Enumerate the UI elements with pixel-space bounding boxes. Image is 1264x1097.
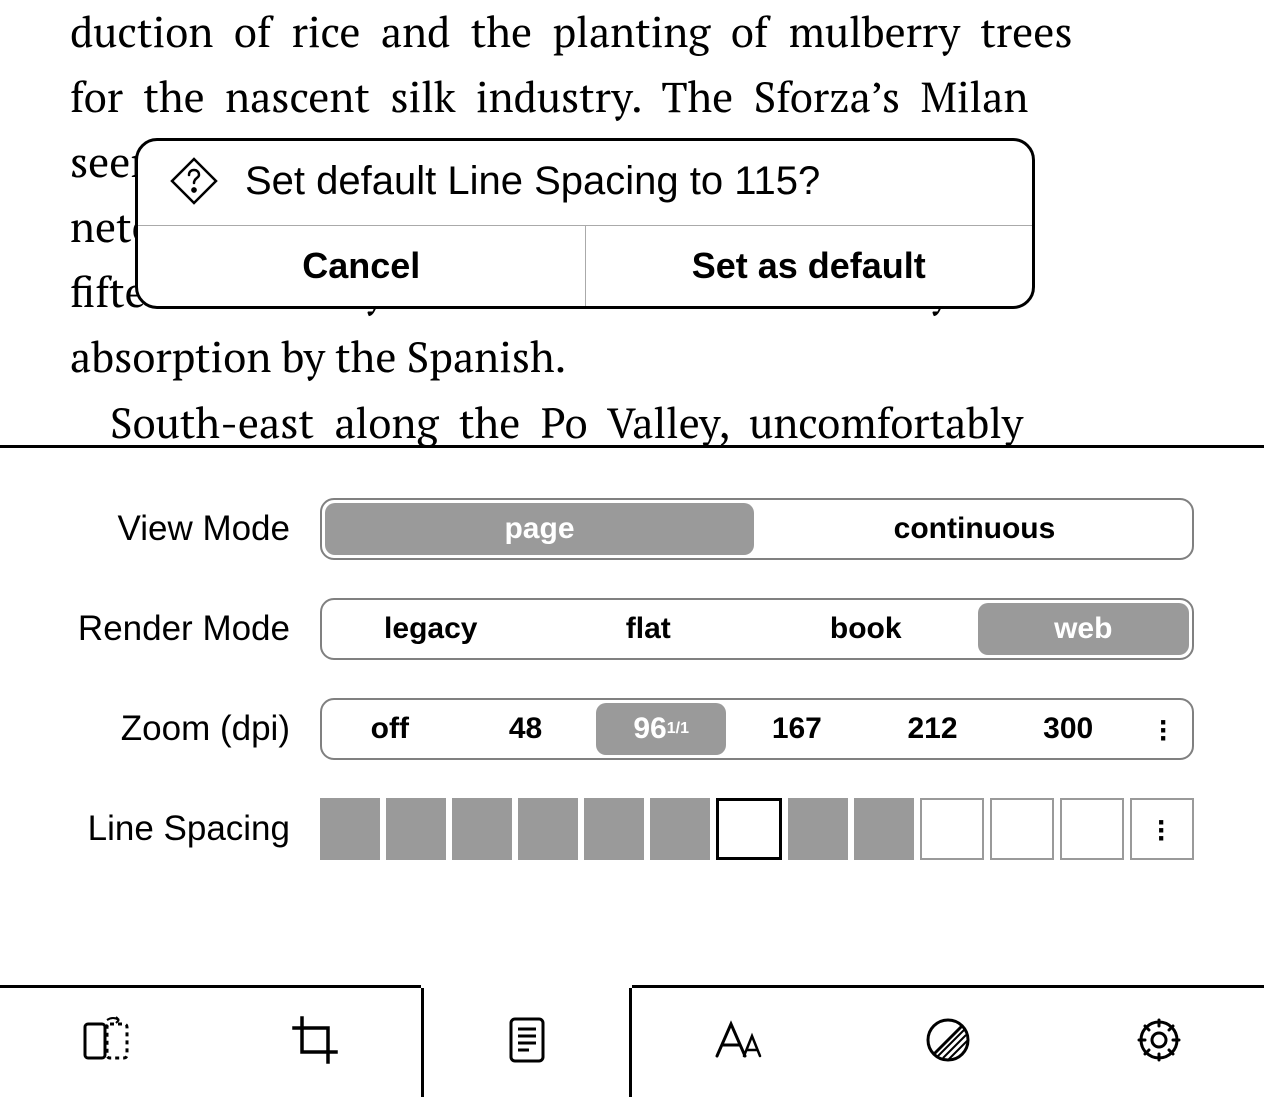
cancel-button[interactable]: Cancel [138,226,586,306]
zoom-96[interactable]: 961/1 [596,703,726,755]
line-spacing-step[interactable] [716,798,782,860]
bottom-tab-bar [0,985,1264,1097]
zoom-row: Zoom (dpi) off 48 961/1 167 212 300 ··· [40,698,1194,760]
line-spacing-label: Line Spacing [40,809,320,849]
reader-line: absorption by the Spanish. [70,325,1194,390]
vertical-dots-icon: ··· [1159,717,1169,741]
render-mode-toggle: legacy flat book web [320,598,1194,660]
view-mode-row: View Mode page continuous [40,498,1194,560]
line-spacing-step[interactable] [386,798,446,860]
reader-line: for the nascent silk industry. The Sforz… [70,65,1194,130]
zoom-167[interactable]: 167 [732,703,862,755]
line-spacing-step[interactable] [1060,798,1124,860]
zoom-label: Zoom (dpi) [40,709,320,749]
render-mode-web[interactable]: web [978,603,1190,655]
zoom-300[interactable]: 300 [1003,703,1133,755]
render-mode-row: Render Mode legacy flat book web [40,598,1194,660]
line-spacing-step[interactable] [518,798,578,860]
render-mode-flat[interactable]: flat [543,603,755,655]
rotation-icon [77,1012,133,1073]
line-spacing-step[interactable] [854,798,914,860]
vertical-dots-icon: ··· [1157,817,1167,841]
zoom-212[interactable]: 212 [868,703,998,755]
render-mode-legacy[interactable]: legacy [325,603,537,655]
line-spacing-slider: ··· [320,798,1194,860]
line-spacing-row: Line Spacing ··· [40,798,1194,860]
line-spacing-step[interactable] [920,798,984,860]
contrast-icon [920,1012,976,1073]
dialog-title: Set default Line Spacing to 115? [245,159,820,204]
zoom-off[interactable]: off [325,703,455,755]
tab-crop[interactable] [211,988,422,1097]
reader-line: South-east along the Po Valley, uncomfor… [70,391,1194,445]
line-spacing-step[interactable] [320,798,380,860]
reader-line: duction of rice and the planting of mulb… [70,0,1194,65]
tab-document[interactable] [421,985,632,1097]
view-mode-page[interactable]: page [325,503,754,555]
render-mode-book[interactable]: book [760,603,972,655]
font-icon [709,1012,765,1073]
tab-font[interactable] [632,988,843,1097]
confirm-dialog: Set default Line Spacing to 115? Cancel … [135,138,1035,309]
document-icon [499,1012,555,1073]
zoom-toggle: off 48 961/1 167 212 300 ··· [320,698,1194,760]
gear-icon [1131,1012,1187,1073]
view-mode-toggle: page continuous [320,498,1194,560]
crop-icon [288,1012,344,1073]
tab-rotation[interactable] [0,988,211,1097]
settings-panel: View Mode page continuous Render Mode le… [0,445,1264,1097]
line-spacing-step[interactable] [650,798,710,860]
line-spacing-step[interactable] [788,798,848,860]
line-spacing-more-button[interactable]: ··· [1130,798,1194,860]
line-spacing-step[interactable] [452,798,512,860]
tab-contrast[interactable] [843,988,1054,1097]
line-spacing-step[interactable] [990,798,1054,860]
view-mode-continuous[interactable]: continuous [760,503,1189,555]
tab-settings[interactable] [1053,988,1264,1097]
zoom-48[interactable]: 48 [461,703,591,755]
zoom-more-button[interactable]: ··· [1139,703,1189,755]
question-icon [168,155,220,207]
view-mode-label: View Mode [40,509,320,549]
line-spacing-step[interactable] [584,798,644,860]
set-default-button[interactable]: Set as default [586,226,1033,306]
render-mode-label: Render Mode [40,609,320,649]
